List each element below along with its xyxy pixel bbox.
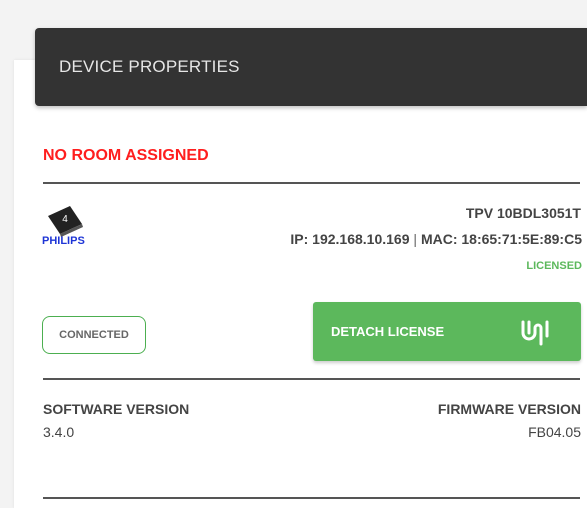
divider — [43, 378, 580, 380]
connection-status-badge: CONNECTED — [42, 316, 146, 354]
page-title: DEVICE PROPERTIES — [59, 57, 240, 76]
brand-label: PHILIPS — [42, 235, 85, 247]
license-status: LICENSED — [526, 260, 582, 272]
connection-status-label: CONNECTED — [59, 329, 129, 341]
software-version-label: SOFTWARE VERSION — [43, 401, 190, 417]
divider — [43, 182, 580, 184]
divider — [43, 497, 580, 499]
display-device-icon: 4 PHILIPS — [42, 206, 85, 247]
magnet-icon — [521, 320, 549, 346]
separator: | — [413, 231, 418, 247]
room-status: NO ROOM ASSIGNED — [43, 147, 209, 164]
device-model: TPV 10BDL3051T — [465, 205, 581, 221]
software-version-value: 3.4.0 — [43, 424, 75, 440]
detach-license-button[interactable]: DETACH LICENSE — [313, 302, 581, 361]
firmware-version-value: FB04.05 — [528, 424, 581, 440]
mac-address: MAC: 18:65:71:5E:89:C5 — [420, 231, 582, 247]
device-properties-card — [14, 60, 587, 508]
network-info: IP: 192.168.10.169 | MAC: 18:65:71:5E:89… — [290, 231, 582, 247]
card-header: DEVICE PROPERTIES — [35, 28, 587, 106]
firmware-version-label: FIRMWARE VERSION — [437, 401, 581, 417]
detach-license-label: DETACH LICENSE — [331, 324, 445, 339]
ip-address: IP: 192.168.10.169 — [290, 231, 410, 247]
device-badge-count: 4 — [62, 214, 68, 225]
